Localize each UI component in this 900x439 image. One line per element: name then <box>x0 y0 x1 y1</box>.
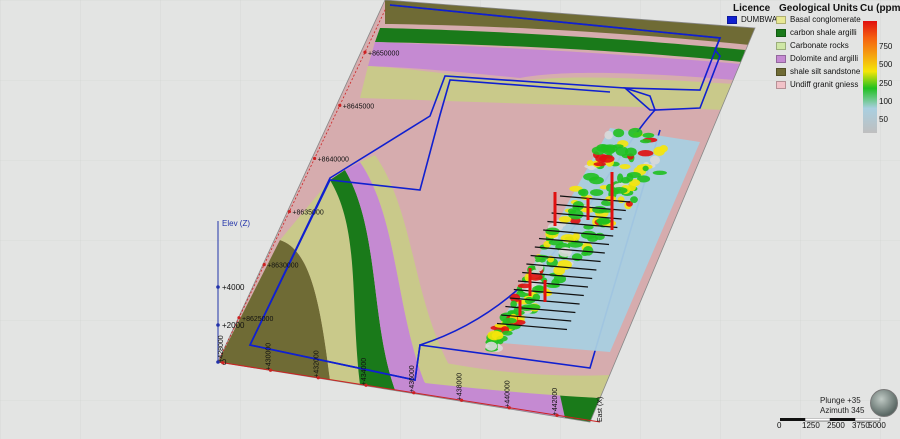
plunge-readout: Plunge +35 <box>820 396 861 405</box>
licence-legend-title: Licence <box>733 3 771 14</box>
cu-anomaly-patch <box>501 330 513 336</box>
cu-tick-label: 100 <box>879 97 893 106</box>
unit-label: Basal conglomerate <box>790 15 861 24</box>
scale-label: 1250 <box>802 421 820 430</box>
cu-anomaly-patch <box>617 196 625 204</box>
cu-anomaly-patch <box>649 155 660 165</box>
elev-tick-label: +4000 <box>222 283 245 292</box>
scale-label: 5000 <box>868 421 886 430</box>
cu-anomaly-patch <box>524 296 534 305</box>
cu-legend-title: Cu (ppm) <box>860 3 900 14</box>
east-tick-label: +440000 <box>504 380 511 408</box>
cu-anomaly-patch <box>599 154 615 163</box>
cu-anomaly-patch <box>626 173 634 182</box>
unit-swatch <box>776 67 786 76</box>
cu-tick-label: 50 <box>879 115 888 124</box>
cu-anomaly-patch <box>642 165 649 172</box>
cu-anomaly-patch <box>587 235 599 242</box>
unit-legend-item: shale silt sandstone <box>776 67 860 76</box>
cu-anomaly-patch <box>579 188 589 197</box>
compass-icon[interactable] <box>870 389 898 417</box>
cu-color-ramp <box>863 21 877 133</box>
east-tick-label: +442000 <box>552 388 559 416</box>
north-tick <box>237 316 241 320</box>
3d-viewport[interactable]: Elev (Z)+4000+20000+8650000+8645000+8640… <box>0 0 900 439</box>
cu-anomaly-patch <box>485 341 498 351</box>
unit-legend-item: Undiff granit gniess <box>776 80 858 89</box>
east-axis-label: East (X) <box>597 397 604 422</box>
east-tick-label: +436000 <box>409 365 416 393</box>
cu-anomaly-patch <box>534 285 544 291</box>
view-orientation: Plunge +35 Azimuth 345 <box>820 396 864 416</box>
north-tick <box>338 103 342 107</box>
cu-anomaly-patch <box>619 163 631 170</box>
scale-label: 2500 <box>827 421 845 430</box>
cu-tick-label: 250 <box>879 79 893 88</box>
unit-legend-item: carbon shale argilli <box>776 28 857 37</box>
north-tick <box>313 156 317 161</box>
cu-anomaly-patch <box>558 216 572 223</box>
north-tick-label: +8640000 <box>318 156 349 163</box>
cu-tick-label: 500 <box>879 60 893 69</box>
north-tick-label: +8645000 <box>343 103 374 110</box>
unit-swatch <box>776 54 786 63</box>
azimuth-readout: Azimuth 345 <box>820 406 865 415</box>
unit-swatch <box>776 15 786 24</box>
unit-label: shale silt sandstone <box>790 67 861 76</box>
scale-label: 0 <box>777 421 782 430</box>
cu-anomaly-patch <box>628 127 643 138</box>
cu-anomaly-patch <box>596 218 612 224</box>
east-tick-label: +438000 <box>457 373 464 401</box>
units-legend-title: Geological Units <box>779 3 858 14</box>
north-tick <box>262 263 266 267</box>
unit-legend-item: Carbonate rocks <box>776 41 849 50</box>
cu-anomaly-patch <box>652 170 667 175</box>
north-tick-label: +8635000 <box>292 210 323 217</box>
unit-swatch <box>776 80 786 89</box>
cu-anomaly-patch <box>612 144 624 149</box>
east-tick-label: +432000 <box>313 350 320 378</box>
cu-anomaly-patch <box>637 150 654 157</box>
north-tick-label: +8625000 <box>242 316 273 323</box>
east-tick-label: +434000 <box>361 358 368 386</box>
north-tick <box>287 209 291 214</box>
cu-anomaly-patch <box>590 189 604 197</box>
unit-legend-item: Dolomite and argilli <box>776 54 858 63</box>
north-tick-label: +8630000 <box>267 263 298 270</box>
cu-anomaly-patch <box>659 145 668 153</box>
licence-swatch <box>727 15 737 24</box>
elev-axis-label: Elev (Z) <box>222 219 250 228</box>
geology-scene: Elev (Z)+4000+20000+8650000+8645000+8640… <box>0 0 900 439</box>
cu-anomaly-patch <box>613 128 625 138</box>
elev-tick <box>216 323 220 327</box>
unit-swatch <box>776 28 786 37</box>
licence-label: DUMBWA <box>741 15 778 24</box>
cu-tick-label: 750 <box>879 42 893 51</box>
cu-anomaly-patch <box>587 165 596 171</box>
unit-swatch <box>776 41 786 50</box>
unit-label: Undiff granit gniess <box>790 80 859 89</box>
unit-legend-item: Basal conglomerate <box>776 15 861 24</box>
licence-legend-item: DUMBWA <box>727 15 777 24</box>
cu-anomaly-patch <box>642 132 655 138</box>
cu-anomaly-patch <box>583 172 599 181</box>
cu-anomaly-patch <box>591 146 606 155</box>
unit-label: Carbonate rocks <box>790 41 849 50</box>
unit-label: carbon shale argilli <box>790 28 857 37</box>
cu-anomaly-patch <box>639 139 652 144</box>
north-tick-label: +8650000 <box>368 50 399 57</box>
east-tick-label: +430000 <box>266 343 273 371</box>
cu-anomaly-patch <box>604 130 613 140</box>
cu-anomaly-patch <box>491 331 504 340</box>
elev-tick <box>216 285 220 289</box>
cu-anomaly-patch <box>630 196 638 204</box>
cu-anomaly-patch <box>593 162 607 167</box>
unit-label: Dolomite and argilli <box>790 54 859 63</box>
north-tick <box>363 50 367 54</box>
cu-anomaly-patch <box>624 147 637 157</box>
cu-anomaly-patch <box>502 317 517 324</box>
east-tick-label: +428000 <box>218 335 225 363</box>
cu-anomaly-patch <box>611 186 628 194</box>
